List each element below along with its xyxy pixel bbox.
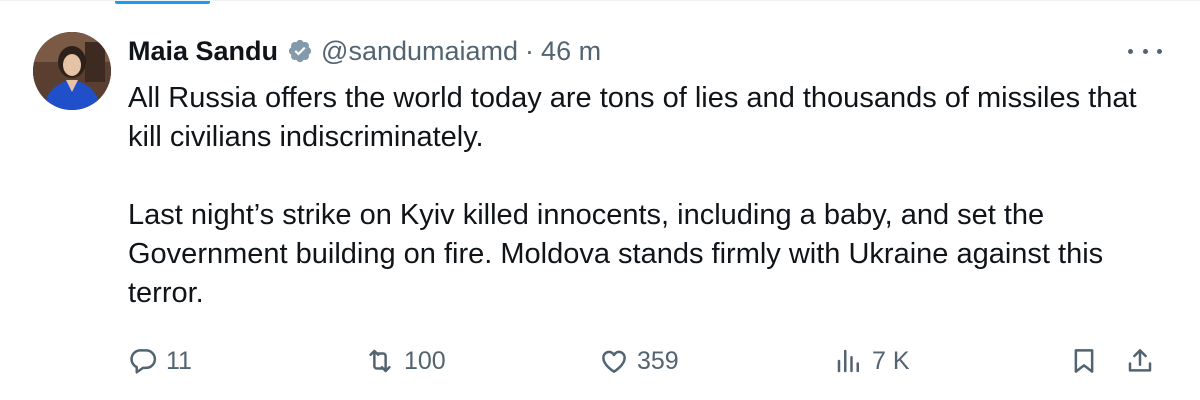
separator-dot: ·: [525, 35, 535, 66]
heart-icon: [599, 346, 629, 376]
repost-count: 100: [404, 346, 446, 375]
tweet-paragraph-2: Last night’s strike on Kyiv killed innoc…: [128, 199, 1104, 309]
avatar[interactable]: [33, 32, 111, 110]
tweet-header: Maia Sandu @sandumaiamd · 46 m: [128, 31, 601, 71]
repost-icon: [364, 346, 396, 376]
tweet-text: All Russia offers the world today are to…: [128, 79, 1168, 313]
more-options-icon[interactable]: [1128, 41, 1162, 61]
views-button[interactable]: 7 K: [834, 339, 910, 383]
bookmark-button[interactable]: [1069, 339, 1099, 383]
verified-badge-icon: [287, 38, 313, 64]
like-button[interactable]: 359: [599, 339, 679, 383]
views-count: 7 K: [872, 346, 910, 375]
like-count: 359: [637, 346, 679, 375]
views-icon: [834, 346, 864, 376]
tweet-paragraph-1: All Russia offers the world today are to…: [128, 82, 1137, 153]
bookmark-icon: [1069, 346, 1099, 376]
share-button[interactable]: [1125, 339, 1155, 383]
author-name[interactable]: Maia Sandu: [128, 36, 278, 67]
repost-button[interactable]: 100: [364, 339, 446, 383]
reply-icon: [128, 346, 158, 376]
reply-count: 11: [166, 346, 192, 375]
active-tab-indicator: [115, 1, 210, 4]
reply-button[interactable]: 11: [128, 339, 192, 383]
tweet-card[interactable]: Maia Sandu @sandumaiamd · 46 m All Russi…: [0, 0, 1200, 400]
timestamp[interactable]: 46 m: [541, 36, 601, 67]
share-icon: [1125, 346, 1155, 376]
action-bar: 11 100 359 7 K: [128, 339, 1168, 383]
author-handle[interactable]: @sandumaiamd: [321, 36, 518, 67]
